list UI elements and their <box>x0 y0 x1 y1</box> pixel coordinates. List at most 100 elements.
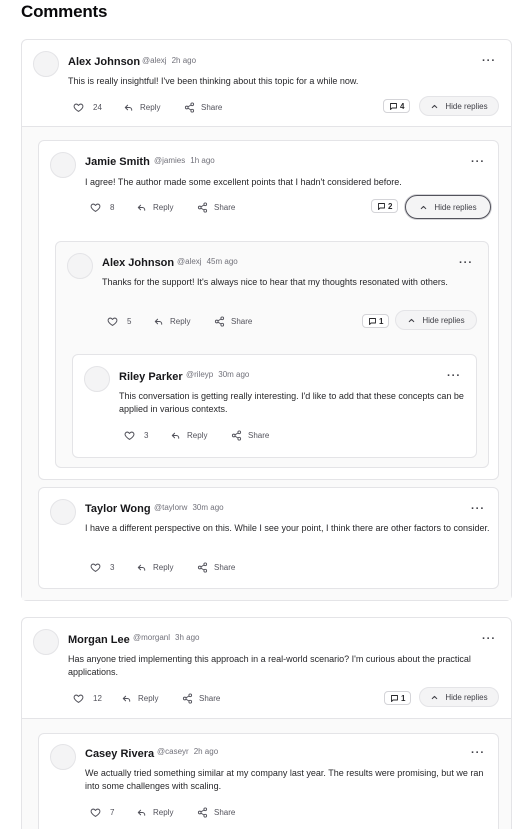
more-horizontal-icon[interactable]: ··· <box>446 371 462 384</box>
heart-icon <box>90 562 101 573</box>
more-horizontal-icon[interactable]: ··· <box>470 504 486 517</box>
heart-icon <box>90 807 101 818</box>
more-horizontal-icon[interactable]: ··· <box>470 748 486 761</box>
reply-button[interactable]: Reply <box>136 560 173 574</box>
comment-meta: @jamies 1h ago <box>154 156 215 165</box>
comment-time: 1h ago <box>190 156 215 165</box>
share-icon <box>197 562 208 573</box>
reply-button[interactable]: Reply <box>153 314 190 328</box>
avatar[interactable] <box>50 744 76 770</box>
comment-time: 30m ago <box>218 370 250 379</box>
avatar[interactable] <box>84 366 110 392</box>
reply-count-badge: 1 <box>384 691 412 705</box>
avatar[interactable] <box>50 499 76 525</box>
like-count: 3 <box>110 562 115 572</box>
share-label: Share <box>214 202 236 212</box>
share-button[interactable]: Share <box>231 428 269 442</box>
reply-button[interactable]: Reply <box>121 691 158 705</box>
reply-label: Reply <box>187 430 208 440</box>
share-icon <box>197 807 208 818</box>
share-label: Share <box>248 430 270 440</box>
comment-meta: @morganl 3h ago <box>133 633 200 642</box>
share-label: Share <box>201 102 223 112</box>
comment-text: This is really insightful! I've been thi… <box>68 76 359 86</box>
reply-label: Reply <box>153 562 174 572</box>
message-square-icon <box>368 317 377 326</box>
author-handle: @alexj <box>177 257 202 266</box>
page-title: Comments <box>21 2 108 21</box>
like-button[interactable]: 3 <box>124 428 148 442</box>
author-name[interactable]: Jamie Smith <box>85 156 150 168</box>
share-button[interactable]: Share <box>214 314 252 328</box>
like-button[interactable]: 8 <box>90 200 114 214</box>
comment-time: 45m ago <box>206 257 238 266</box>
reply-label: Reply <box>153 202 174 212</box>
share-button[interactable]: Share <box>182 691 220 705</box>
more-horizontal-icon[interactable]: ··· <box>458 258 474 271</box>
author-name[interactable]: Morgan Lee <box>68 634 130 646</box>
author-name[interactable]: Casey Rivera <box>85 748 154 760</box>
reply-button[interactable]: Reply <box>170 428 207 442</box>
more-horizontal-icon[interactable]: ··· <box>470 157 486 170</box>
author-name[interactable]: Riley Parker <box>119 371 183 383</box>
hide-replies-label: Hide replies <box>445 101 488 111</box>
share-icon <box>197 202 208 213</box>
author-handle: @morganl <box>133 633 171 642</box>
comment-time: 30m ago <box>192 503 224 512</box>
reply-button[interactable]: Reply <box>123 100 160 114</box>
like-button[interactable]: 5 <box>107 314 131 328</box>
avatar[interactable] <box>67 253 93 279</box>
hide-replies-button[interactable]: Hide replies <box>395 310 477 330</box>
heart-icon <box>73 102 84 113</box>
comment-meta: @rileyp 30m ago <box>186 370 249 379</box>
hide-replies-button[interactable]: Hide replies <box>405 195 491 219</box>
comment-time: 3h ago <box>175 633 200 642</box>
author-handle: @alexj <box>142 56 167 65</box>
hide-replies-button[interactable]: Hide replies <box>419 96 499 116</box>
comment-text: I have a different perspective on this. … <box>85 523 490 533</box>
avatar[interactable] <box>33 629 59 655</box>
chevron-up-icon <box>430 693 439 702</box>
reply-count-badge: 4 <box>383 99 411 113</box>
author-name[interactable]: Taylor Wong <box>85 503 151 515</box>
reply-count: 1 <box>401 693 406 703</box>
reply-arrow-icon <box>136 807 147 818</box>
share-button[interactable]: Share <box>197 805 235 819</box>
share-label: Share <box>214 807 236 817</box>
reply-arrow-icon <box>123 102 134 113</box>
reply-button[interactable]: Reply <box>136 805 173 819</box>
reply-arrow-icon <box>136 202 147 213</box>
share-label: Share <box>214 562 236 572</box>
like-button[interactable]: 24 <box>73 100 102 114</box>
reply-label: Reply <box>138 693 159 703</box>
reply-arrow-icon <box>153 316 164 327</box>
share-button[interactable]: Share <box>197 200 235 214</box>
reply-button[interactable]: Reply <box>136 200 173 214</box>
chevron-up-icon <box>407 316 416 325</box>
comment-meta: @alexj 2h ago <box>142 56 196 65</box>
comment-text: We actually tried something similar at m… <box>85 768 484 791</box>
more-horizontal-icon[interactable]: ··· <box>481 634 497 647</box>
reply-label: Reply <box>140 102 161 112</box>
author-handle: @taylorw <box>154 503 188 512</box>
like-button[interactable]: 7 <box>90 805 114 819</box>
share-button[interactable]: Share <box>197 560 235 574</box>
comment-text: I agree! The author made some excellent … <box>85 177 402 187</box>
hide-replies-button[interactable]: Hide replies <box>419 687 499 707</box>
avatar[interactable] <box>33 51 59 77</box>
heart-icon <box>107 316 118 327</box>
like-count: 12 <box>93 693 102 703</box>
share-button[interactable]: Share <box>184 100 222 114</box>
share-icon <box>231 430 242 441</box>
author-handle: @jamies <box>154 156 186 165</box>
avatar[interactable] <box>50 152 76 178</box>
share-label: Share <box>231 316 253 326</box>
comment-text: Thanks for the support! It's always nice… <box>102 277 448 287</box>
more-horizontal-icon[interactable]: ··· <box>481 56 497 69</box>
reply-arrow-icon <box>136 562 147 573</box>
author-name[interactable]: Alex Johnson <box>68 56 140 68</box>
author-name[interactable]: Alex Johnson <box>102 257 174 269</box>
like-button[interactable]: 12 <box>73 691 102 705</box>
comment-text: Has anyone tried implementing this appro… <box>68 654 471 677</box>
like-button[interactable]: 3 <box>90 560 114 574</box>
